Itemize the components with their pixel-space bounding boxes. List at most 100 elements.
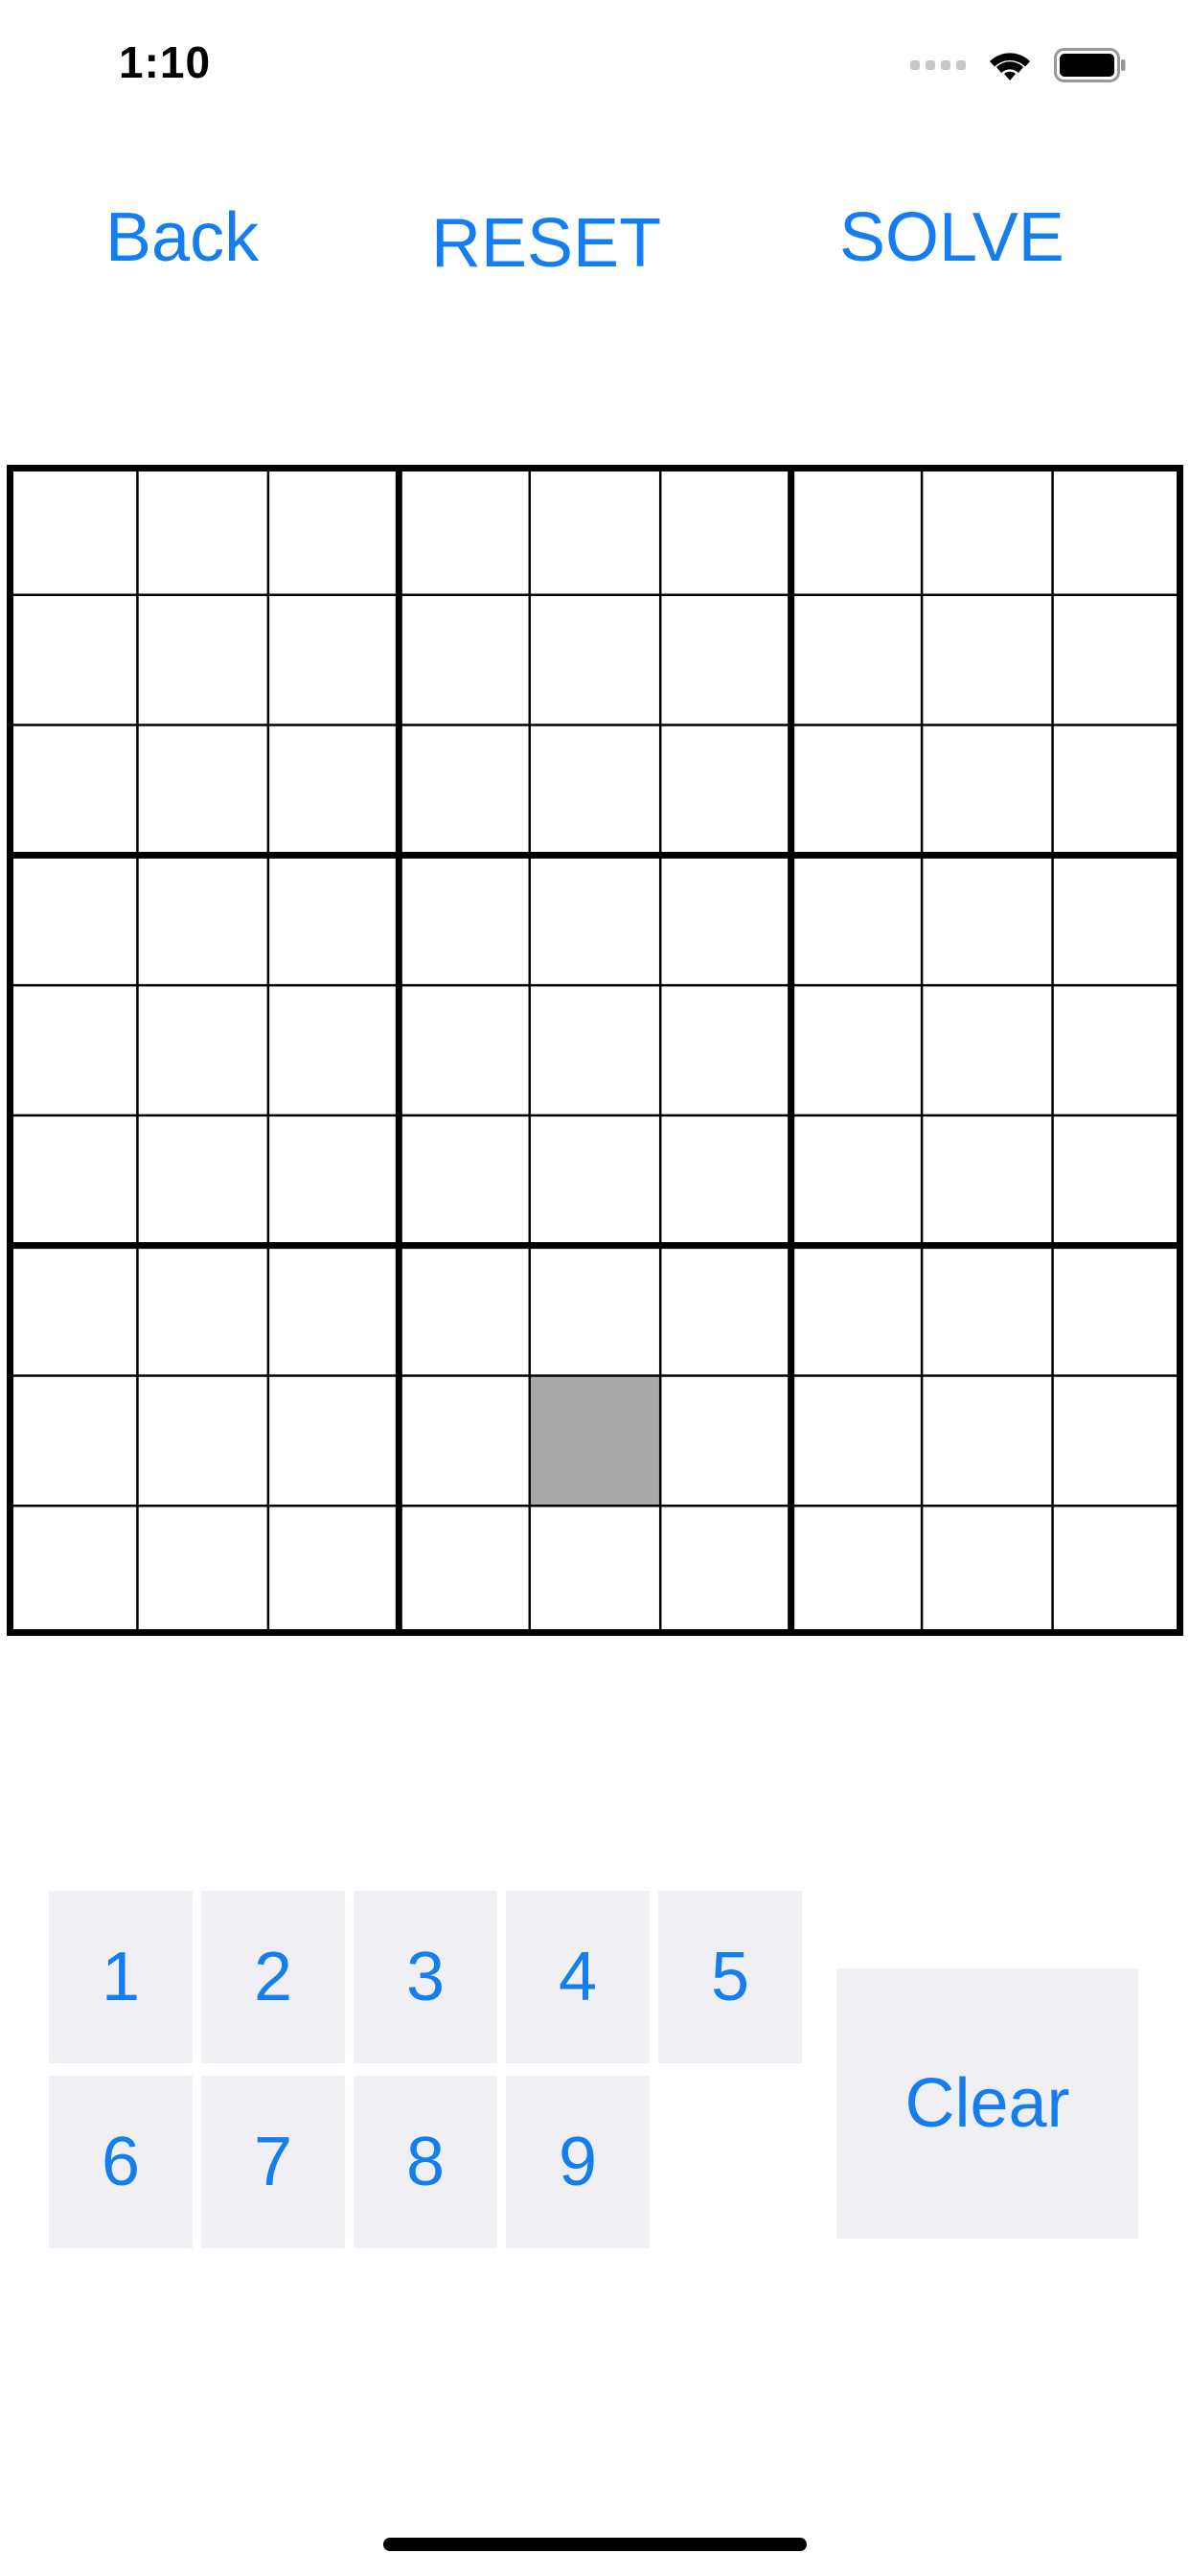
sudoku-cell-r2-c9[interactable]: [1052, 594, 1183, 725]
number-button-3[interactable]: 3: [354, 1891, 497, 2063]
sudoku-cell-r4-c6[interactable]: [660, 855, 791, 986]
sudoku-cell-r2-c6[interactable]: [660, 594, 791, 725]
sudoku-cell-r7-c3[interactable]: [267, 1245, 400, 1376]
sudoku-cell-r9-c9[interactable]: [1052, 1506, 1183, 1636]
sudoku-cell-r4-c8[interactable]: [922, 855, 1053, 986]
wifi-icon: [987, 48, 1033, 82]
status-icons: [910, 42, 1127, 88]
number-button-4[interactable]: 4: [506, 1891, 650, 2063]
sudoku-cell-r8-c6[interactable]: [660, 1375, 791, 1506]
sudoku-cell-r3-c7[interactable]: [790, 724, 923, 856]
sudoku-cell-r3-c5[interactable]: [529, 724, 661, 856]
sudoku-cell-r8-c4[interactable]: [399, 1375, 530, 1506]
sudoku-cell-r7-c9[interactable]: [1052, 1245, 1183, 1376]
sudoku-cell-r3-c1[interactable]: [7, 724, 138, 856]
sudoku-cell-r2-c1[interactable]: [7, 594, 138, 725]
sudoku-cell-r5-c1[interactable]: [7, 985, 138, 1116]
sudoku-cell-r4-c2[interactable]: [137, 855, 268, 986]
sudoku-cell-r5-c8[interactable]: [922, 985, 1053, 1116]
number-button-6[interactable]: 6: [49, 2076, 193, 2248]
clear-button[interactable]: Clear: [836, 1968, 1138, 2239]
sudoku-cell-r1-c6[interactable]: [660, 465, 791, 595]
sudoku-cell-r9-c8[interactable]: [922, 1506, 1053, 1636]
sudoku-cell-r4-c4[interactable]: [399, 855, 530, 986]
sudoku-cell-r8-c9[interactable]: [1052, 1375, 1183, 1506]
sudoku-cell-r9-c4[interactable]: [399, 1506, 530, 1636]
sudoku-cell-r8-c3[interactable]: [267, 1375, 400, 1506]
sudoku-cell-r3-c6[interactable]: [660, 724, 791, 856]
sudoku-cell-r2-c3[interactable]: [267, 594, 400, 725]
sudoku-cell-r6-c6[interactable]: [660, 1115, 791, 1246]
sudoku-cell-r7-c6[interactable]: [660, 1245, 791, 1376]
sudoku-cell-r1-c4[interactable]: [399, 465, 530, 595]
sudoku-cell-r9-c5[interactable]: [529, 1506, 661, 1636]
sudoku-cell-r2-c2[interactable]: [137, 594, 268, 725]
sudoku-cell-r4-c5[interactable]: [529, 855, 661, 986]
sudoku-cell-r8-c8[interactable]: [922, 1375, 1053, 1506]
sudoku-cell-r2-c5[interactable]: [529, 594, 661, 725]
sudoku-cell-r1-c9[interactable]: [1052, 465, 1183, 595]
sudoku-cell-r2-c4[interactable]: [399, 594, 530, 725]
sudoku-cell-r5-c7[interactable]: [790, 985, 923, 1116]
signal-icon: [910, 60, 966, 70]
number-button-1[interactable]: 1: [49, 1891, 193, 2063]
sudoku-cell-r5-c4[interactable]: [399, 985, 530, 1116]
sudoku-cell-r4-c1[interactable]: [7, 855, 138, 986]
sudoku-cell-r9-c7[interactable]: [790, 1506, 923, 1636]
sudoku-cell-r5-c6[interactable]: [660, 985, 791, 1116]
sudoku-board: [7, 465, 1183, 1636]
sudoku-cell-r1-c2[interactable]: [137, 465, 268, 595]
sudoku-cell-r8-c2[interactable]: [137, 1375, 268, 1506]
sudoku-cell-r3-c9[interactable]: [1052, 724, 1183, 856]
sudoku-cell-r9-c6[interactable]: [660, 1506, 791, 1636]
sudoku-cell-r6-c8[interactable]: [922, 1115, 1053, 1246]
sudoku-cell-r6-c9[interactable]: [1052, 1115, 1183, 1246]
sudoku-cell-r2-c7[interactable]: [790, 594, 923, 725]
status-time: 1:10: [119, 37, 212, 87]
sudoku-cell-r7-c8[interactable]: [922, 1245, 1053, 1376]
sudoku-cell-r1-c1[interactable]: [7, 465, 138, 595]
sudoku-cell-r9-c2[interactable]: [137, 1506, 268, 1636]
sudoku-cell-r1-c7[interactable]: [790, 465, 923, 595]
sudoku-cell-r9-c1[interactable]: [7, 1506, 138, 1636]
number-button-8[interactable]: 8: [354, 2076, 497, 2248]
sudoku-cell-r3-c3[interactable]: [267, 724, 400, 856]
sudoku-cell-r6-c1[interactable]: [7, 1115, 138, 1246]
sudoku-cell-r7-c7[interactable]: [790, 1245, 923, 1376]
sudoku-cell-r3-c4[interactable]: [399, 724, 530, 856]
sudoku-cell-r7-c4[interactable]: [399, 1245, 530, 1376]
sudoku-cell-r9-c3[interactable]: [267, 1506, 400, 1636]
number-button-5[interactable]: 5: [658, 1891, 802, 2063]
reset-button[interactable]: RESET: [431, 209, 661, 278]
sudoku-cell-r6-c3[interactable]: [267, 1115, 400, 1246]
sudoku-cell-r8-c7[interactable]: [790, 1375, 923, 1506]
sudoku-cell-r1-c5[interactable]: [529, 465, 661, 595]
sudoku-cell-r3-c2[interactable]: [137, 724, 268, 856]
sudoku-cell-r7-c2[interactable]: [137, 1245, 268, 1376]
number-button-7[interactable]: 7: [201, 2076, 345, 2248]
sudoku-cell-r8-c5[interactable]: [529, 1375, 661, 1506]
number-button-9[interactable]: 9: [506, 2076, 650, 2248]
sudoku-cell-r6-c4[interactable]: [399, 1115, 530, 1246]
sudoku-cell-r5-c9[interactable]: [1052, 985, 1183, 1116]
sudoku-cell-r8-c1[interactable]: [7, 1375, 138, 1506]
sudoku-cell-r4-c3[interactable]: [267, 855, 400, 986]
status-bar: 1:10: [0, 0, 1190, 126]
number-button-2[interactable]: 2: [201, 1891, 345, 2063]
sudoku-cell-r7-c5[interactable]: [529, 1245, 661, 1376]
sudoku-cell-r4-c7[interactable]: [790, 855, 923, 986]
sudoku-cell-r6-c7[interactable]: [790, 1115, 923, 1246]
sudoku-cell-r6-c2[interactable]: [137, 1115, 268, 1246]
sudoku-cell-r1-c8[interactable]: [922, 465, 1053, 595]
sudoku-cell-r5-c5[interactable]: [529, 985, 661, 1116]
sudoku-cell-r6-c5[interactable]: [529, 1115, 661, 1246]
solve-button[interactable]: SOLVE: [839, 203, 1064, 272]
sudoku-cell-r4-c9[interactable]: [1052, 855, 1183, 986]
sudoku-cell-r5-c2[interactable]: [137, 985, 268, 1116]
back-button[interactable]: Back: [105, 203, 259, 272]
sudoku-cell-r2-c8[interactable]: [922, 594, 1053, 725]
sudoku-cell-r3-c8[interactable]: [922, 724, 1053, 856]
sudoku-cell-r1-c3[interactable]: [267, 465, 400, 595]
sudoku-cell-r7-c1[interactable]: [7, 1245, 138, 1376]
sudoku-cell-r5-c3[interactable]: [267, 985, 400, 1116]
